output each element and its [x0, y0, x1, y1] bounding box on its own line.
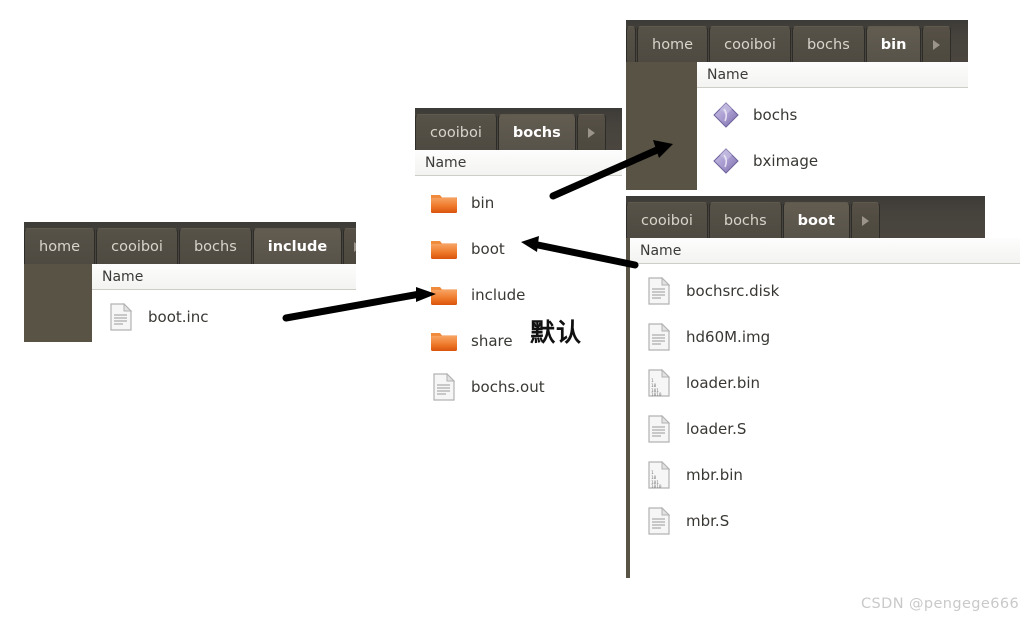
executable-icon — [713, 102, 739, 128]
breadcrumb-bar[interactable]: home cooiboi bochs include — [24, 222, 356, 264]
text-file-icon — [433, 372, 456, 401]
file-name: loader.bin — [686, 374, 761, 392]
file-name: include — [471, 286, 526, 304]
breadcrumb-cooiboi[interactable]: cooiboi — [96, 228, 178, 264]
file-name: mbr.S — [686, 512, 730, 530]
file-list-pane[interactable]: Name bochsrc.disk hd60M.img 1 10 101 101… — [630, 238, 1020, 578]
list-item[interactable]: bochs.out — [415, 364, 622, 410]
breadcrumb-home[interactable]: home — [637, 26, 709, 62]
chevron-right-icon — [861, 215, 869, 226]
annotation-arrow-bin — [545, 130, 680, 205]
file-rows: bochs bximage — [697, 88, 968, 184]
breadcrumb-bochs[interactable]: bochs — [708, 202, 782, 238]
places-sidebar[interactable] — [24, 264, 92, 342]
list-item[interactable]: mbr.S — [630, 498, 1020, 544]
text-file-icon — [110, 302, 133, 331]
binary-file-icon: 1 10 101 1010 — [648, 368, 671, 398]
file-name: loader.S — [686, 420, 747, 438]
breadcrumb-truncated-stub[interactable] — [626, 26, 636, 62]
window-body: Name bochsrc.disk hd60M.img 1 10 101 101… — [626, 238, 1020, 578]
breadcrumb-bochs[interactable]: bochs — [791, 26, 865, 62]
file-name: boot — [471, 240, 505, 258]
file-name: hd60M.img — [686, 328, 771, 346]
file-list-pane[interactable]: Name — [697, 62, 968, 190]
watermark: CSDN @pengege666 — [861, 596, 1020, 612]
list-item[interactable]: 1 10 101 1010 mbr.bin — [630, 452, 1020, 498]
breadcrumb-next-button[interactable] — [343, 228, 356, 264]
list-item[interactable]: bochs — [697, 92, 968, 138]
screenshot-root: home cooiboi bochs include Name boot.inc… — [0, 0, 1027, 621]
file-rows: bochsrc.disk hd60M.img 1 10 101 1010 loa… — [630, 264, 1020, 544]
svg-text:1010: 1010 — [651, 392, 662, 398]
annotation-arrow-include — [280, 280, 450, 340]
annotation-default-label: 默认 — [530, 318, 583, 347]
column-header-name[interactable]: Name — [630, 238, 1020, 264]
chevron-right-icon — [354, 241, 356, 252]
breadcrumb-next-button[interactable] — [850, 202, 880, 238]
column-header-name[interactable]: Name — [697, 62, 968, 88]
file-name: share — [471, 332, 513, 350]
folder-icon — [431, 241, 457, 259]
annotation-arrow-boot — [517, 235, 652, 275]
breadcrumb-include[interactable]: include — [252, 228, 343, 264]
list-item[interactable]: loader.S — [630, 406, 1020, 452]
breadcrumb-cooiboi[interactable]: cooiboi — [415, 114, 497, 150]
breadcrumb-cooiboi[interactable]: cooiboi — [626, 202, 708, 238]
breadcrumb-next-button[interactable] — [922, 26, 952, 62]
breadcrumb-bar[interactable]: home cooiboi bochs bin — [626, 20, 968, 62]
text-file-icon — [648, 276, 671, 305]
list-item[interactable]: bochsrc.disk — [630, 268, 1020, 314]
file-name: bochs.out — [471, 378, 545, 396]
chevron-right-icon — [933, 39, 941, 50]
breadcrumb-home[interactable]: home — [24, 228, 96, 264]
binary-file-icon: 1 10 101 1010 — [648, 460, 671, 490]
file-name: bochsrc.disk — [686, 282, 780, 300]
breadcrumb-cooiboi[interactable]: cooiboi — [709, 26, 791, 62]
file-name: bochs — [753, 106, 798, 124]
text-file-icon — [648, 414, 671, 443]
file-name: bin — [471, 194, 495, 212]
executable-icon — [713, 148, 739, 174]
breadcrumb-bochs[interactable]: bochs — [178, 228, 252, 264]
list-item[interactable]: 1 10 101 1010 loader.bin — [630, 360, 1020, 406]
file-manager-window-boot[interactable]: cooiboi bochs boot Name bochsrc.disk hd6… — [626, 196, 1020, 578]
breadcrumb-boot[interactable]: boot — [782, 202, 850, 238]
list-item[interactable]: bximage — [697, 138, 968, 184]
file-name: bximage — [753, 152, 819, 170]
breadcrumb-bin[interactable]: bin — [865, 26, 922, 62]
list-item[interactable]: hd60M.img — [630, 314, 1020, 360]
text-file-icon — [648, 506, 671, 535]
folder-icon — [431, 195, 457, 213]
text-file-icon — [648, 322, 671, 351]
file-name: boot.inc — [148, 308, 209, 326]
file-name: mbr.bin — [686, 466, 743, 484]
svg-text:1010: 1010 — [651, 484, 662, 490]
